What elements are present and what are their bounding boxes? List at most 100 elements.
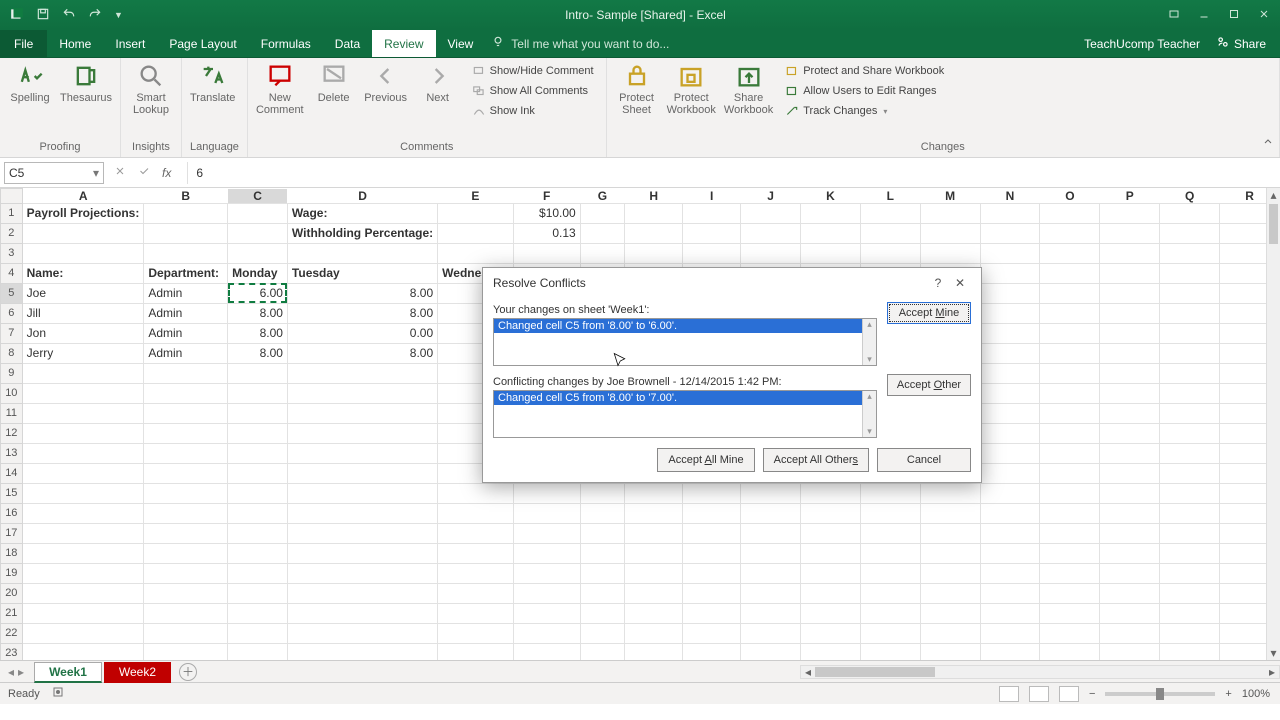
- cell-G15[interactable]: [580, 483, 625, 503]
- cell-C11[interactable]: [228, 403, 288, 423]
- cell-O6[interactable]: [1040, 303, 1100, 323]
- cell-J1[interactable]: [741, 203, 801, 223]
- cell-O20[interactable]: [1040, 583, 1100, 603]
- cell-H18[interactable]: [625, 543, 683, 563]
- cell-J17[interactable]: [741, 523, 801, 543]
- col-header-L[interactable]: L: [860, 189, 920, 204]
- cell-Q6[interactable]: [1160, 303, 1220, 323]
- cell-I18[interactable]: [683, 543, 741, 563]
- row-header-11[interactable]: 11: [1, 403, 23, 423]
- cell-N11[interactable]: [980, 403, 1040, 423]
- accept-all-mine-button[interactable]: Accept All Mine: [657, 448, 754, 472]
- your-changes-list[interactable]: Changed cell C5 from '8.00' to '6.00'. ▴…: [493, 318, 877, 366]
- row-header-22[interactable]: 22: [1, 623, 23, 643]
- cell-E23[interactable]: [438, 643, 513, 660]
- minimize-icon[interactable]: [1198, 8, 1210, 23]
- sheet-tab-week2[interactable]: Week2: [104, 662, 171, 683]
- cell-C3[interactable]: [228, 243, 288, 263]
- cell-L1[interactable]: [860, 203, 920, 223]
- cell-P1[interactable]: [1100, 203, 1160, 223]
- cell-J21[interactable]: [741, 603, 801, 623]
- cell-I3[interactable]: [683, 243, 741, 263]
- col-header-G[interactable]: G: [580, 189, 625, 204]
- cell-K3[interactable]: [800, 243, 860, 263]
- cell-I19[interactable]: [683, 563, 741, 583]
- cell-B23[interactable]: [144, 643, 228, 660]
- cell-C20[interactable]: [228, 583, 288, 603]
- cell-D6[interactable]: 8.00: [287, 303, 437, 323]
- cell-C18[interactable]: [228, 543, 288, 563]
- cell-K20[interactable]: [800, 583, 860, 603]
- cell-C6[interactable]: 8.00: [228, 303, 288, 323]
- tab-view[interactable]: View: [436, 30, 486, 57]
- cell-K16[interactable]: [800, 503, 860, 523]
- new-comment-button[interactable]: New Comment: [256, 62, 304, 116]
- cell-M17[interactable]: [920, 523, 980, 543]
- cell-C19[interactable]: [228, 563, 288, 583]
- cell-O22[interactable]: [1040, 623, 1100, 643]
- cell-Q9[interactable]: [1160, 363, 1220, 383]
- cell-E17[interactable]: [438, 523, 513, 543]
- col-header-H[interactable]: H: [625, 189, 683, 204]
- cell-P22[interactable]: [1100, 623, 1160, 643]
- save-icon[interactable]: [36, 7, 50, 24]
- scroll-left-icon[interactable]: ◂: [801, 665, 815, 679]
- cell-F15[interactable]: [513, 483, 580, 503]
- cell-A11[interactable]: [22, 403, 144, 423]
- cell-P5[interactable]: [1100, 283, 1160, 303]
- cell-N17[interactable]: [980, 523, 1040, 543]
- cell-K15[interactable]: [800, 483, 860, 503]
- row-header-4[interactable]: 4: [1, 263, 23, 283]
- col-header-D[interactable]: D: [287, 189, 437, 204]
- row-header-16[interactable]: 16: [1, 503, 23, 523]
- col-header-O[interactable]: O: [1040, 189, 1100, 204]
- view-page-break-button[interactable]: [1059, 686, 1079, 702]
- cell-E21[interactable]: [438, 603, 513, 623]
- cell-H16[interactable]: [625, 503, 683, 523]
- cell-H15[interactable]: [625, 483, 683, 503]
- col-header-M[interactable]: M: [920, 189, 980, 204]
- cell-B11[interactable]: [144, 403, 228, 423]
- cell-N8[interactable]: [980, 343, 1040, 363]
- cell-D14[interactable]: [287, 463, 437, 483]
- cell-D21[interactable]: [287, 603, 437, 623]
- cell-N2[interactable]: [980, 223, 1040, 243]
- chevron-down-icon[interactable]: ▾: [93, 166, 99, 180]
- cell-G23[interactable]: [580, 643, 625, 660]
- row-header-9[interactable]: 9: [1, 363, 23, 383]
- cell-C8[interactable]: 8.00: [228, 343, 288, 363]
- tab-data[interactable]: Data: [323, 30, 372, 57]
- cell-L18[interactable]: [860, 543, 920, 563]
- cell-O19[interactable]: [1040, 563, 1100, 583]
- col-header-I[interactable]: I: [683, 189, 741, 204]
- cell-F23[interactable]: [513, 643, 580, 660]
- cell-D3[interactable]: [287, 243, 437, 263]
- zoom-level[interactable]: 100%: [1242, 688, 1270, 700]
- row-header-21[interactable]: 21: [1, 603, 23, 623]
- cell-B19[interactable]: [144, 563, 228, 583]
- cell-J22[interactable]: [741, 623, 801, 643]
- zoom-slider[interactable]: [1105, 692, 1215, 696]
- cell-E3[interactable]: [438, 243, 513, 263]
- cell-D5[interactable]: 8.00: [287, 283, 437, 303]
- cell-B16[interactable]: [144, 503, 228, 523]
- cell-B17[interactable]: [144, 523, 228, 543]
- cell-F20[interactable]: [513, 583, 580, 603]
- cell-J18[interactable]: [741, 543, 801, 563]
- row-header-19[interactable]: 19: [1, 563, 23, 583]
- cell-O11[interactable]: [1040, 403, 1100, 423]
- cell-L20[interactable]: [860, 583, 920, 603]
- scroll-down-icon[interactable]: ▾: [1267, 646, 1280, 660]
- cell-I2[interactable]: [683, 223, 741, 243]
- cell-E22[interactable]: [438, 623, 513, 643]
- cell-E18[interactable]: [438, 543, 513, 563]
- cell-N4[interactable]: [980, 263, 1040, 283]
- cell-Q13[interactable]: [1160, 443, 1220, 463]
- scroll-up-icon[interactable]: ▴: [1267, 188, 1280, 202]
- cell-K2[interactable]: [800, 223, 860, 243]
- cell-F1[interactable]: $10.00: [513, 203, 580, 223]
- cell-D12[interactable]: [287, 423, 437, 443]
- cell-P9[interactable]: [1100, 363, 1160, 383]
- scroll-up-icon[interactable]: ▴: [867, 319, 872, 330]
- cell-H21[interactable]: [625, 603, 683, 623]
